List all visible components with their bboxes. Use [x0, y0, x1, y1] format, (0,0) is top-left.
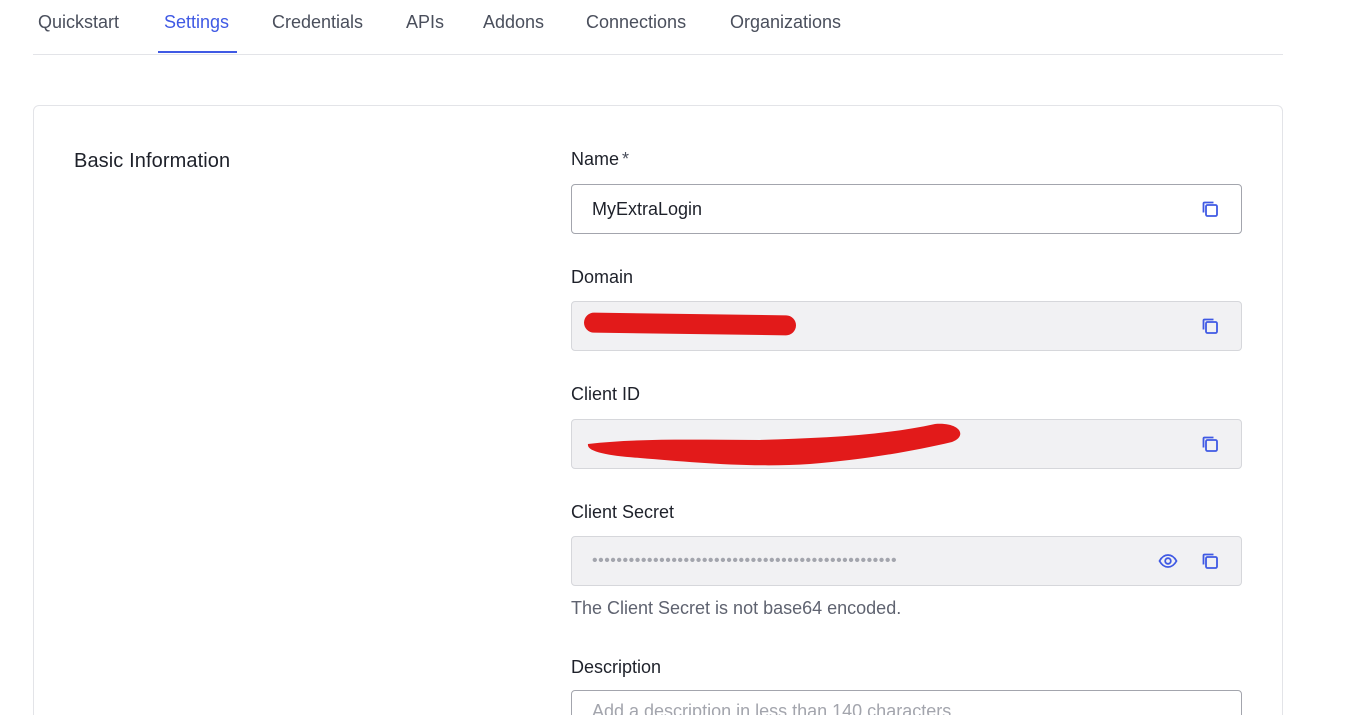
tab-connections[interactable]: Connections — [586, 12, 686, 33]
description-input[interactable]: Add a description in less than 140 chara… — [571, 690, 1242, 715]
client-id-label: Client ID — [571, 384, 641, 404]
copy-icon[interactable] — [1199, 433, 1221, 455]
section-title: Basic Information — [74, 150, 231, 172]
name-input[interactable]: MyExtraLogin — [592, 199, 1179, 220]
description-label: Description — [571, 657, 662, 677]
name-field[interactable]: MyExtraLogin — [571, 184, 1242, 234]
tab-quickstart[interactable]: Quickstart — [38, 12, 119, 33]
redaction-mark — [587, 423, 961, 466]
name-label: Name * — [571, 149, 629, 170]
name-label-text: Name — [571, 149, 620, 169]
redaction-mark — [583, 312, 797, 336]
tab-organizations[interactable]: Organizations — [730, 12, 841, 33]
tab-settings[interactable]: Settings — [164, 12, 229, 33]
client-secret-field[interactable]: ••••••••••••••••••••••••••••••••••••••••… — [571, 536, 1242, 586]
copy-icon[interactable] — [1199, 550, 1221, 572]
domain-label: Domain — [571, 267, 634, 287]
copy-icon[interactable] — [1199, 198, 1221, 220]
eye-icon[interactable] — [1157, 550, 1179, 572]
tab-bar: Quickstart Settings Credentials APIs Add… — [33, 0, 1283, 55]
client-secret-label: Client Secret — [571, 502, 675, 522]
client-secret-help-text: The Client Secret is not base64 encoded. — [571, 598, 902, 618]
tab-credentials[interactable]: Credentials — [272, 12, 363, 33]
copy-icon[interactable] — [1199, 315, 1221, 337]
tab-addons[interactable]: Addons — [483, 12, 544, 33]
required-marker: * — [622, 149, 630, 169]
tab-apis[interactable]: APIs — [406, 12, 444, 33]
active-tab-indicator — [158, 51, 237, 53]
client-secret-masked-value: ••••••••••••••••••••••••••••••••••••••••… — [592, 552, 898, 569]
